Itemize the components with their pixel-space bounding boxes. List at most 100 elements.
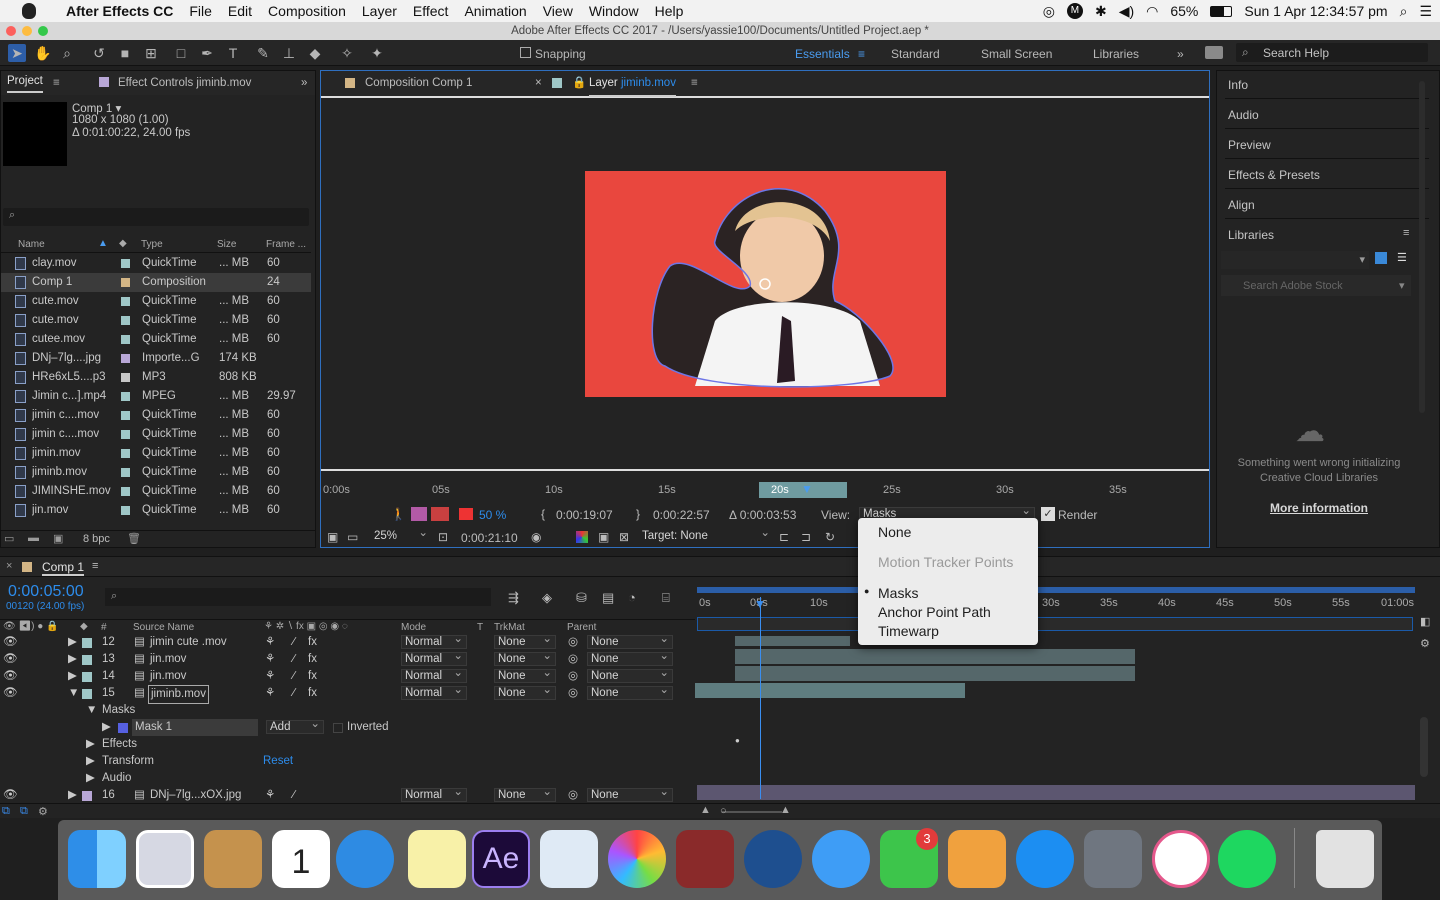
- quality-icon[interactable]: ∕: [293, 685, 295, 702]
- timeline-ruler[interactable]: 0s 05s 10s 30s 35s 40s 45s 50s 55s 01:00…: [697, 585, 1415, 633]
- trash-icon[interactable]: [1316, 830, 1374, 888]
- always-preview-icon[interactable]: ▣: [327, 530, 338, 544]
- set-in-icon[interactable]: ⊏: [779, 530, 789, 544]
- shy-icon[interactable]: ⚘: [265, 651, 275, 668]
- zoom-in-icon[interactable]: ▲: [780, 804, 791, 816]
- project-item[interactable]: jimin c....mov QuickTime ... MB 60: [1, 406, 311, 425]
- rectangle-tool-icon[interactable]: □: [172, 44, 190, 62]
- label-color[interactable]: [121, 449, 130, 458]
- volume-icon[interactable]: ◀): [1119, 3, 1134, 20]
- pen-tool-icon[interactable]: ✒: [198, 44, 216, 62]
- pages-icon[interactable]: [948, 830, 1006, 888]
- menu-help[interactable]: Help: [647, 3, 692, 19]
- mask-mode-dropdown[interactable]: Add: [266, 718, 324, 734]
- col-name[interactable]: Name: [18, 239, 45, 250]
- col-source-name[interactable]: Source Name: [133, 622, 194, 633]
- preview-icon[interactable]: [540, 830, 598, 888]
- menu-effect[interactable]: Effect: [405, 3, 457, 19]
- menu-composition[interactable]: Composition: [260, 3, 354, 19]
- current-time[interactable]: 0:00:21:10: [461, 531, 518, 545]
- camera-tool-icon[interactable]: ■: [116, 44, 134, 62]
- sort-asc-icon[interactable]: ▲: [98, 238, 108, 249]
- after-effects-icon[interactable]: Ae: [472, 830, 530, 888]
- zoom-tool-icon[interactable]: ⌕: [58, 44, 76, 62]
- project-item[interactable]: jimin c....mov QuickTime ... MB 60: [1, 425, 311, 444]
- close-window-button[interactable]: [6, 26, 16, 36]
- label-color[interactable]: [82, 638, 92, 648]
- layer-bar-12[interactable]: [735, 636, 850, 646]
- layer-row[interactable]: 👁▼15▤jiminb.mov⚘∕fxNormalNone◎None: [0, 684, 695, 704]
- quality-icon[interactable]: ∕: [293, 787, 295, 804]
- shy-icon[interactable]: ⚘: [265, 668, 275, 685]
- zoom-window-button[interactable]: [38, 26, 48, 36]
- creative-cloud-icon[interactable]: ◎: [1043, 3, 1055, 20]
- layer-row[interactable]: 👁 ▶ 14 ▤jin.mov ⚘ ∕ fx Normal None ◎ None: [0, 667, 695, 685]
- pan-behind-tool-icon[interactable]: ⊞: [142, 44, 160, 62]
- bit-depth[interactable]: 8 bpc: [83, 533, 110, 545]
- grid-view-icon[interactable]: [1375, 252, 1387, 264]
- eye-icon[interactable]: 👁: [3, 634, 18, 651]
- work-area-bar[interactable]: [697, 587, 1415, 593]
- shy-layers-icon[interactable]: ⛁: [576, 590, 587, 606]
- spotlight-icon[interactable]: ⌕: [1400, 3, 1408, 20]
- layer-row[interactable]: 👁 ▶ 12 ▤jimin cute .mov ⚘ ∕ fx Normal None ◎ None: [0, 633, 695, 651]
- color-swatch-icon[interactable]: [459, 508, 473, 520]
- mail-icon[interactable]: [136, 830, 194, 888]
- layer-bar-13[interactable]: [735, 649, 1135, 664]
- project-item[interactable]: clay.mov QuickTime ... MB 60: [1, 254, 311, 273]
- close-tab-icon[interactable]: ×: [535, 71, 542, 95]
- search-help-field[interactable]: ⌕ Search Help: [1236, 43, 1428, 62]
- apple-icon[interactable]: [22, 3, 36, 19]
- project-item[interactable]: cute.mov QuickTime ... MB 60: [1, 292, 311, 311]
- label-color[interactable]: [121, 487, 130, 496]
- comp-mini-flowchart-icon[interactable]: ⇶: [508, 590, 519, 606]
- notification-center-icon[interactable]: ☰: [1419, 3, 1432, 20]
- fx-icon[interactable]: fx: [308, 668, 317, 685]
- mode-dropdown[interactable]: Normal: [401, 633, 467, 649]
- view-option-none[interactable]: None: [878, 524, 911, 540]
- label-color[interactable]: [121, 506, 130, 515]
- puppet-pin-tool-icon[interactable]: ✦: [368, 44, 386, 62]
- project-item[interactable]: jin.mov QuickTime ... MB 60: [1, 501, 311, 520]
- app-store-icon[interactable]: [1016, 830, 1074, 888]
- project-item[interactable]: cutee.mov QuickTime ... MB 60: [1, 330, 311, 349]
- expand-arrow-icon[interactable]: ▶: [86, 736, 95, 753]
- brush-tool-icon[interactable]: ✎: [254, 44, 272, 62]
- label-color[interactable]: [121, 297, 130, 306]
- libraries-menu-icon[interactable]: ≡: [1403, 227, 1409, 239]
- expand-arrow-icon[interactable]: ▶: [86, 753, 95, 770]
- label-color[interactable]: [82, 791, 92, 801]
- photos-icon[interactable]: [608, 830, 666, 888]
- layer-playhead-icon[interactable]: ▼: [801, 482, 813, 496]
- parent-dropdown[interactable]: None: [587, 684, 673, 700]
- project-item[interactable]: Jimin c...].mp4 MPEG ... MB 29.97: [1, 387, 311, 406]
- label-color[interactable]: [121, 430, 130, 439]
- project-item[interactable]: jimin.mov QuickTime ... MB 60: [1, 444, 311, 463]
- trash-icon[interactable]: 🗑: [127, 532, 141, 545]
- ripple-icon[interactable]: ↻: [825, 530, 835, 544]
- inverted-checkbox[interactable]: [333, 723, 343, 733]
- workspace-standard[interactable]: Standard: [891, 47, 940, 61]
- layer-name[interactable]: jimin cute .mov: [148, 634, 229, 651]
- hand-tool-icon[interactable]: ✋: [34, 44, 52, 62]
- comp-name[interactable]: Comp 1 ▾: [72, 101, 121, 115]
- project-item[interactable]: cute.mov QuickTime ... MB 60: [1, 311, 311, 330]
- snapshot-icon[interactable]: ◉: [531, 530, 541, 544]
- keyframe-icon[interactable]: ●: [735, 736, 740, 745]
- panel-audio[interactable]: Audio: [1225, 101, 1429, 129]
- trkmat-dropdown[interactable]: None: [494, 650, 556, 666]
- m-icon[interactable]: M: [1066, 3, 1083, 19]
- timeline-menu-icon[interactable]: ≡: [92, 560, 98, 572]
- workspace-libraries[interactable]: Libraries: [1093, 47, 1139, 61]
- spotify-icon[interactable]: [1218, 830, 1276, 888]
- toggle-mask-view-icon[interactable]: ▣: [598, 530, 609, 544]
- timeline-search-input[interactable]: ⌕: [105, 588, 491, 606]
- channel-icon[interactable]: [576, 531, 588, 543]
- in-point-icon[interactable]: {: [541, 507, 545, 521]
- layer-image[interactable]: [585, 171, 946, 397]
- target-dropdown[interactable]: Target: None: [639, 527, 773, 544]
- playhead-icon[interactable]: ▼: [754, 597, 766, 611]
- panel-info[interactable]: Info: [1225, 71, 1429, 99]
- out-time[interactable]: 0:00:22:57: [653, 508, 710, 522]
- label-color[interactable]: [121, 354, 130, 363]
